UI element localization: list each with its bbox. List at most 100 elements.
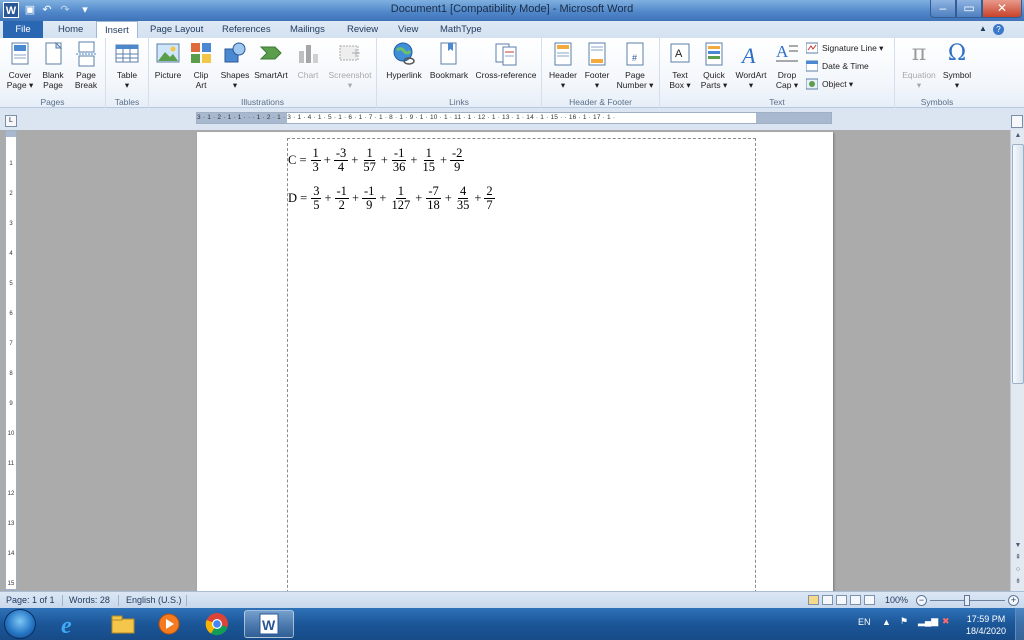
vertical-scrollbar[interactable]: ▲ ▼ ⇞ ○ ⇟ <box>1010 130 1024 591</box>
page-number-button[interactable]: # Page Number ▾ <box>615 41 655 90</box>
tab-review[interactable]: Review <box>339 21 386 38</box>
word-window: W ▣ ↶ ↷ ▾ Document1 [Compatibility Mode]… <box>0 0 1024 640</box>
plus-operator: + <box>324 191 332 205</box>
drop-cap-button[interactable]: A Drop Cap ▾ <box>769 41 805 90</box>
numerator: 1 <box>310 146 321 161</box>
tab-references[interactable]: References <box>214 21 279 38</box>
start-button[interactable] <box>4 609 36 639</box>
date-time-button[interactable]: Date & Time <box>805 59 869 73</box>
header-button[interactable]: Header ▾ <box>545 41 581 90</box>
print-layout-view-icon[interactable] <box>808 595 819 605</box>
word-icon[interactable]: W <box>244 610 294 638</box>
zoom-level[interactable]: 100% <box>885 594 908 606</box>
maximize-button[interactable]: ▭ <box>956 0 982 18</box>
numerator: -7 <box>426 184 441 199</box>
clock[interactable]: 17:59 PM 18/4/2020 <box>960 613 1012 637</box>
numerator: -3 <box>333 146 349 161</box>
hyperlink-button[interactable]: Hyperlink <box>382 41 426 80</box>
media-player-icon[interactable] <box>144 610 194 638</box>
chrome-icon[interactable] <box>192 610 242 638</box>
zoom-in-button[interactable]: + <box>1008 595 1019 606</box>
clock-date: 18/4/2020 <box>965 626 1007 636</box>
zoom-out-button[interactable]: − <box>916 595 927 606</box>
tab-mathtype[interactable]: MathType <box>432 21 490 38</box>
action-center-icon[interactable]: ⚑ <box>900 616 908 627</box>
bookmark-button[interactable]: Bookmark <box>427 41 471 80</box>
word-count[interactable]: Words: 28 <box>69 594 110 606</box>
group-tables-label: Tables <box>114 97 140 107</box>
equation-lhs: C = <box>288 153 307 167</box>
internet-explorer-icon[interactable]: e <box>46 610 96 638</box>
fraction: -1 36 <box>391 147 408 174</box>
equation-d[interactable]: D = 3 5 + -1 2 + -1 9 +1 127 + -7 18 +4 35 +2 7 <box>288 185 497 212</box>
fraction: -3 4 <box>333 146 349 174</box>
text-box-icon: A <box>668 41 692 67</box>
zoom-slider-thumb[interactable] <box>964 595 970 606</box>
tab-view[interactable]: View <box>390 21 426 38</box>
plus-operator: + <box>380 153 388 167</box>
quick-parts-icon <box>702 41 726 67</box>
horizontal-ruler[interactable]: 3 · 1 · 2 · 1 · 1 · · · 1 · 2 · 1 · 3 · … <box>196 112 832 124</box>
show-hidden-icons-icon[interactable]: ▲ <box>882 617 891 627</box>
tab-mailings[interactable]: Mailings <box>282 21 333 38</box>
draft-view-icon[interactable] <box>864 595 875 605</box>
clip-art-button[interactable]: Clip Art <box>183 41 219 90</box>
minimize-button[interactable]: – <box>930 0 956 18</box>
plus-operator: + <box>323 153 331 167</box>
signature-line-button[interactable]: Signature Line ▾ <box>805 41 883 55</box>
next-page-icon[interactable]: ⇟ <box>1012 576 1024 588</box>
chart-button[interactable]: Chart <box>290 41 326 80</box>
minimize-ribbon-icon[interactable]: ▲ <box>979 24 987 33</box>
clock-time: 17:59 PM <box>966 614 1006 624</box>
show-desktop-button[interactable] <box>1015 608 1024 640</box>
screenshot-button[interactable]: Screenshot ▾ <box>325 41 375 90</box>
tab-page-layout[interactable]: Page Layout <box>142 21 211 38</box>
scroll-down-icon[interactable]: ▼ <box>1012 540 1024 552</box>
cross-reference-button[interactable]: Cross-reference <box>472 41 540 80</box>
quick-parts-button[interactable]: Quick Parts ▾ <box>696 41 732 90</box>
view-ruler-button[interactable] <box>1011 115 1023 128</box>
tab-home[interactable]: Home <box>50 21 91 38</box>
full-screen-reading-icon[interactable] <box>822 595 833 605</box>
tab-selector[interactable]: L <box>5 115 17 127</box>
network-icon[interactable]: ▂▄▆ <box>918 616 938 627</box>
close-button[interactable]: ✕ <box>982 0 1022 18</box>
smartart-button[interactable]: SmartArt <box>251 41 291 80</box>
equation-button[interactable]: π Equation ▾ <box>899 41 939 90</box>
help-icon[interactable]: ? <box>993 24 1004 35</box>
denominator: 35 <box>456 198 470 212</box>
web-layout-icon[interactable] <box>836 595 847 605</box>
previous-page-icon[interactable]: ⇞ <box>1012 552 1024 564</box>
file-explorer-icon[interactable] <box>98 610 148 638</box>
object-button[interactable]: Object ▾ <box>805 77 853 91</box>
picture-button[interactable]: Picture <box>150 41 186 80</box>
footer-button[interactable]: Footer ▾ <box>579 41 615 90</box>
wordart-icon: A <box>739 41 763 68</box>
table-button[interactable]: Table ▾ <box>109 41 145 90</box>
language-bar[interactable]: EN <box>858 617 871 627</box>
page-break-button[interactable]: Page Break <box>68 41 104 90</box>
numerator: 4 <box>457 184 469 199</box>
tab-file[interactable]: File <box>3 21 43 38</box>
document-page[interactable]: C = 1 3 + -3 4 +1 57 + -1 36 +1 15 + -2 9 D = 3 5 + -1 2 + -1 9… <box>197 132 833 591</box>
language-indicator[interactable]: English (U.S.) <box>126 594 182 606</box>
blank-page-button[interactable]: Blank Page <box>35 41 71 90</box>
page-count[interactable]: Page: 1 of 1 <box>6 594 55 606</box>
equation-c[interactable]: C = 1 3 + -3 4 +1 57 + -1 36 +1 15 + -2 9 <box>288 147 466 174</box>
scroll-thumb[interactable] <box>1012 144 1024 384</box>
wordart-button[interactable]: A WordArt ▾ <box>732 41 770 90</box>
denominator: 57 <box>363 160 376 174</box>
text-box-button[interactable]: A Text Box ▾ <box>662 41 698 90</box>
browse-object-icon[interactable]: ○ <box>1012 564 1024 576</box>
symbol-button[interactable]: Ω Symbol ▾ <box>939 41 975 90</box>
fraction: 1 57 <box>361 147 378 174</box>
vertical-ruler[interactable]: 1 2 3 4 5 6 7 8 9 10 11 12 13 14 15 <box>5 130 17 590</box>
tab-insert[interactable]: Insert <box>96 21 138 39</box>
outline-view-icon[interactable] <box>850 595 861 605</box>
group-header-footer-label: Header & Footer <box>569 97 632 107</box>
cover-page-button[interactable]: Cover Page ▾ <box>2 41 38 90</box>
volume-icon[interactable]: ✖ <box>942 616 950 627</box>
group-text: A Text Box ▾ Quick Parts ▾ A WordArt ▾ A Dr… <box>660 38 895 108</box>
shapes-button[interactable]: Shapes ▾ <box>217 41 253 90</box>
scroll-up-icon[interactable]: ▲ <box>1012 130 1024 142</box>
